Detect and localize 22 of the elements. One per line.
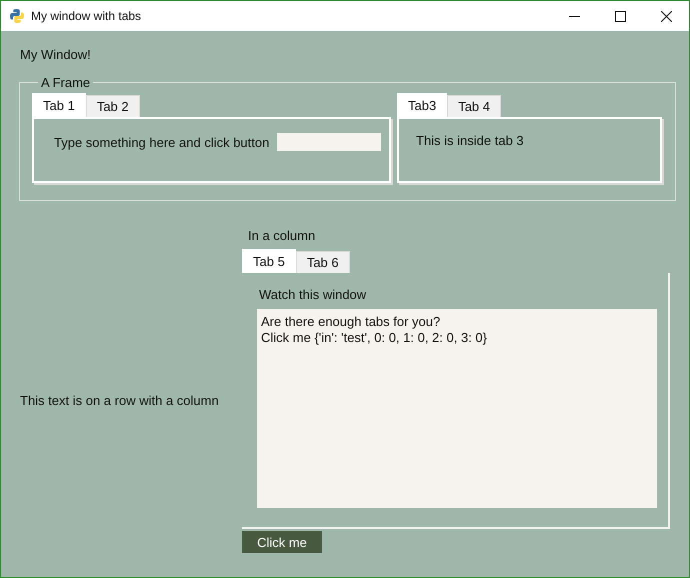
output-line: Click me {'in': 'test', 0: 0, 1: 0, 2: 0, 3: 0} [261, 330, 488, 346]
tab[interactable]: Tab 6 [296, 251, 350, 273]
output-line: Are there enough tabs for you? [261, 314, 442, 330]
tab[interactable]: Tab 1 [32, 93, 86, 117]
row-text: This text is on a row with a column [20, 392, 220, 408]
tab[interactable]: Tab 2 [86, 95, 140, 117]
tab[interactable]: Tab3 [397, 93, 448, 117]
tab[interactable]: Tab 4 [447, 95, 502, 117]
frame-legend: A Frame [38, 75, 94, 90]
field-label: Type something here and click button [54, 134, 270, 150]
maximize-icon[interactable] [614, 10, 626, 22]
input-field[interactable] [277, 133, 382, 151]
column-title: In a column [248, 228, 316, 245]
tab-text: This is inside tab 3 [415, 132, 525, 148]
click-button[interactable]: Click me [242, 531, 322, 553]
panel-label: Watch this window [259, 287, 368, 303]
snake-logo-icon [9, 8, 25, 24]
output-box[interactable]: Are there enough tabs for you? Click me {'in': 'test', 0: 0, 1: 0, 2: 0, 3: 0} [257, 309, 657, 508]
heading-text: My Window! [20, 47, 92, 63]
close-icon[interactable] [660, 10, 672, 22]
tab[interactable]: Tab 5 [242, 249, 296, 273]
window-title: My window with tabs [31, 9, 142, 23]
